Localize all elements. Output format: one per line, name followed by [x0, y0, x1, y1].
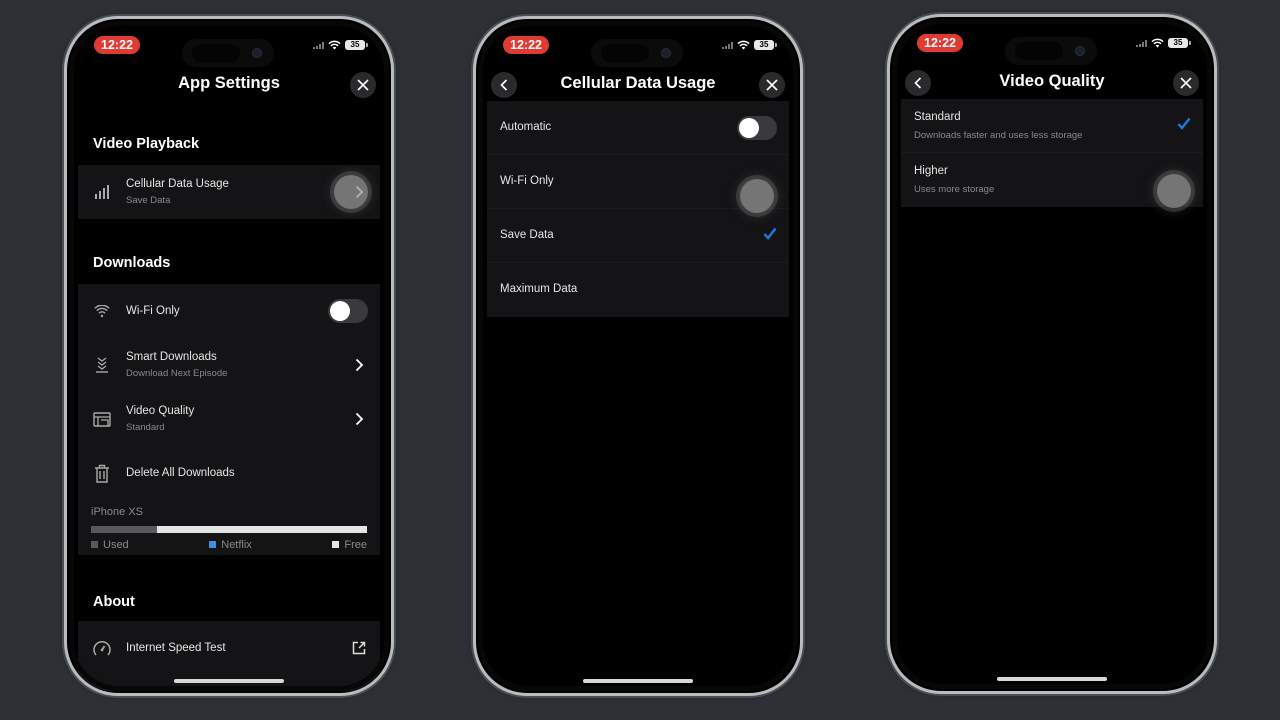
automatic-toggle[interactable] [737, 116, 777, 140]
close-button[interactable] [1173, 70, 1199, 96]
smart-downloads-icon [92, 355, 112, 375]
option-label: Automatic [500, 121, 552, 133]
option-maximum-data[interactable]: Maximum Data [487, 263, 789, 317]
status-icons: 35 [1136, 38, 1191, 48]
option-label: Maximum Data [500, 283, 578, 295]
section-heading-about: About [93, 594, 135, 610]
smart-downloads-value: Download Next Episode [126, 368, 228, 379]
status-icons: 35 [313, 40, 368, 50]
battery-icon: 35 [345, 40, 368, 50]
dynamic-island [1005, 37, 1097, 65]
legend-used: Used [91, 539, 129, 551]
option-automatic: Automatic [487, 101, 789, 155]
battery-icon: 35 [754, 40, 777, 50]
option-label: Wi-Fi Only [500, 175, 554, 187]
chevron-right-icon [355, 358, 364, 372]
speedometer-icon [92, 638, 112, 658]
section-heading-downloads: Downloads [93, 255, 171, 271]
video-quality-row[interactable]: Video Quality Standard [78, 392, 380, 446]
video-playback-group: Cellular Data Usage Save Data [78, 165, 380, 219]
external-link-icon [352, 641, 366, 655]
close-button[interactable] [350, 72, 376, 98]
smart-downloads-row[interactable]: Smart Downloads Download Next Episode [78, 338, 380, 392]
phone-video-quality: 12:22 35 Video Quality Standard Download… [887, 14, 1217, 694]
option-label: Standard [914, 111, 961, 123]
phone-cellular-data-usage: 12:22 35 Cellular Data Usage Automatic W… [473, 16, 803, 696]
signal-bars-icon [92, 182, 112, 202]
option-label: Higher [914, 165, 948, 177]
wifi-icon [328, 40, 341, 50]
status-time: 12:22 [917, 34, 963, 52]
video-quality-options-group: Standard Downloads faster and uses less … [901, 99, 1203, 208]
nav-bar: App Settings [67, 69, 391, 101]
legend-netflix: Netflix [209, 539, 252, 551]
storage-used-segment [91, 526, 158, 533]
wifi-icon [92, 301, 112, 321]
option-label: Save Data [500, 229, 554, 241]
status-icons: 35 [722, 40, 777, 50]
section-heading-video-playback: Video Playback [93, 136, 200, 152]
nav-bar: Cellular Data Usage [476, 69, 800, 101]
status-time: 12:22 [503, 36, 549, 54]
option-description: Uses more storage [914, 184, 995, 195]
storage-panel: iPhone XS Used Netflix Free [78, 500, 380, 555]
touch-indicator [334, 175, 368, 209]
downloads-group: Wi-Fi Only Smart Downloads Download Next… [78, 284, 380, 500]
close-icon [1180, 77, 1192, 89]
page-title: Video Quality [999, 72, 1105, 90]
page-title: Cellular Data Usage [560, 74, 716, 92]
smart-downloads-label: Smart Downloads [126, 351, 217, 363]
wifi-only-toggle[interactable] [328, 299, 368, 323]
cellular-signal-icon [722, 41, 733, 49]
dynamic-island [591, 39, 683, 67]
cellular-data-usage-row[interactable]: Cellular Data Usage Save Data [78, 165, 380, 219]
cellular-signal-icon [313, 41, 324, 49]
cellular-signal-icon [1136, 39, 1147, 47]
option-higher[interactable]: Higher Uses more storage [901, 153, 1203, 208]
chevron-right-icon [355, 412, 364, 426]
nav-bar: Video Quality [890, 67, 1214, 99]
wifi-icon [1151, 38, 1164, 48]
home-indicator[interactable] [174, 679, 284, 683]
trash-icon [92, 463, 112, 483]
cellular-data-usage-label: Cellular Data Usage [126, 178, 229, 190]
checkmark-icon [763, 227, 777, 240]
option-description: Downloads faster and uses less storage [914, 130, 1083, 141]
home-indicator[interactable] [583, 679, 693, 683]
delete-all-downloads-label: Delete All Downloads [126, 467, 235, 479]
checkmark-icon [1177, 117, 1191, 130]
internet-speed-test-row[interactable]: Internet Speed Test [78, 621, 380, 675]
touch-indicator [1157, 174, 1191, 208]
cellular-data-usage-value: Save Data [126, 195, 171, 206]
close-icon [357, 79, 369, 91]
wifi-only-row: Wi-Fi Only [78, 284, 380, 338]
close-button[interactable] [759, 72, 785, 98]
option-standard[interactable]: Standard Downloads faster and uses less … [901, 99, 1203, 153]
video-quality-value: Standard [126, 422, 165, 433]
storage-legend: Used Netflix Free [91, 539, 367, 555]
device-name: iPhone XS [91, 506, 143, 518]
video-quality-label: Video Quality [126, 405, 195, 417]
home-indicator[interactable] [997, 677, 1107, 681]
option-save-data[interactable]: Save Data [487, 209, 789, 263]
touch-indicator [740, 179, 774, 213]
wifi-only-label: Wi-Fi Only [126, 305, 180, 317]
storage-bar [91, 526, 367, 533]
delete-all-downloads-row[interactable]: Delete All Downloads [78, 446, 380, 500]
battery-icon: 35 [1168, 38, 1191, 48]
dynamic-island [182, 39, 274, 67]
option-wifi-only[interactable]: Wi-Fi Only [487, 155, 789, 213]
close-icon [766, 79, 778, 91]
video-quality-icon [92, 409, 112, 429]
legend-free: Free [332, 539, 367, 551]
cellular-options-group: Automatic Wi-Fi Only Save Data Maximum D… [487, 101, 789, 317]
phone-app-settings: 12:22 35 App Settings Video Playback Cel… [64, 16, 394, 696]
internet-speed-test-label: Internet Speed Test [126, 642, 226, 654]
status-time: 12:22 [94, 36, 140, 54]
page-title: App Settings [178, 74, 280, 92]
wifi-icon [737, 40, 750, 50]
